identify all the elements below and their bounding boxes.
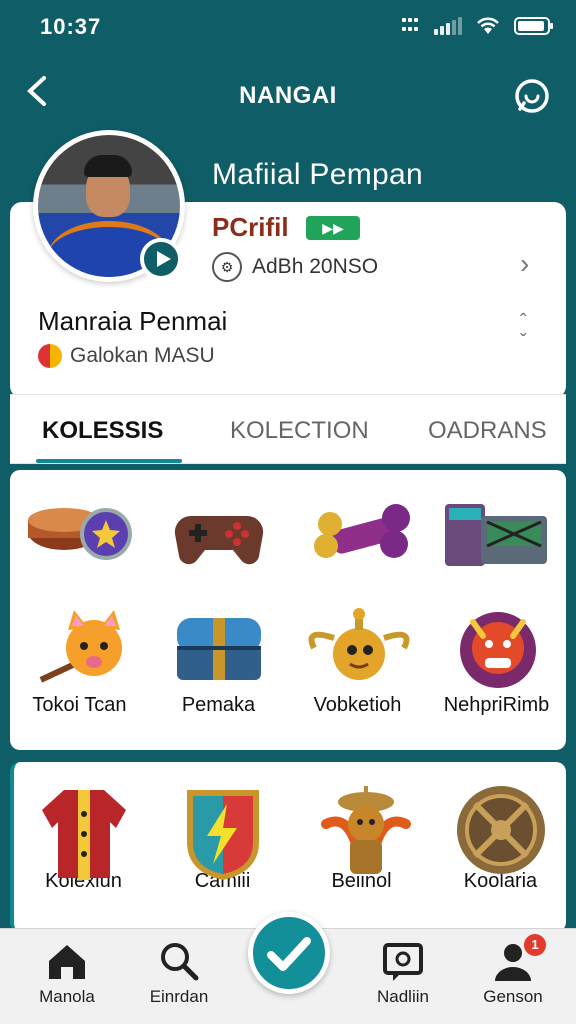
golden-creature-icon [308, 608, 409, 688]
phoenix-warrior-icon [316, 784, 411, 874]
check-shield-icon [267, 937, 311, 971]
bone-icon [312, 494, 410, 574]
secondary-subtitle: Galokan MASU [38, 344, 215, 368]
item-label: Pemaka [181, 694, 256, 716]
nav-item-messages[interactable]: Nadliin [348, 939, 458, 1007]
chevron-up-icon: ˆ [520, 311, 527, 333]
collection-panel-secondary: Kolexiun Camiii Beiinol Koolaria [10, 762, 566, 932]
fox-hammer-icon [34, 608, 126, 688]
battery-icon [514, 17, 553, 35]
profile-id-text: AdBh 20NSO [252, 255, 379, 278]
nav-label: Manola [39, 987, 95, 1006]
gamepad-icon [173, 494, 265, 574]
crate-icon [444, 494, 547, 574]
app-header: NANGAI [0, 56, 576, 136]
status-icons [402, 16, 554, 36]
nav-item-search[interactable]: Einrdan [124, 939, 234, 1007]
chevron-right-icon[interactable]: › [520, 248, 529, 280]
chevron-down-icon: ˇ [520, 331, 527, 353]
collection-panel: Tokoi Tcan Pemaka Vobketioh NehpriRimb [10, 470, 566, 750]
chat-button[interactable] [512, 76, 552, 116]
nav-label: Nadliin [377, 987, 429, 1006]
secondary-name: Manraia Penmai [38, 306, 228, 336]
item-label: Tokoi Tcan [32, 694, 127, 716]
signal-icon [434, 17, 462, 35]
lightning-shield-icon [177, 784, 269, 880]
tab-bar: KOLESSIS KOLECTION OADRANS [10, 394, 566, 464]
home-icon [45, 939, 89, 983]
collection-item[interactable] [149, 494, 288, 574]
item-label: NehpriRimb [443, 694, 550, 716]
flag-icon [38, 344, 62, 368]
message-icon [381, 939, 425, 983]
tab-oadrans[interactable]: OADRANS [428, 417, 547, 445]
search-icon [157, 939, 201, 983]
tab-kolessis[interactable]: KOLESSIS [42, 417, 163, 445]
collection-item[interactable] [427, 494, 566, 574]
collection-item[interactable]: Beiinol [292, 784, 431, 893]
collection-item[interactable]: Tokoi Tcan [10, 608, 149, 717]
item-label: Vobketioh [313, 694, 402, 716]
red-beast-icon [451, 608, 543, 688]
profile-id-line: ⚙ AdBh 20NSO [212, 252, 378, 282]
collection-item[interactable]: NehpriRimb [427, 608, 566, 717]
check-action-button[interactable] [248, 912, 330, 994]
profile-display-name: Mafiial Pempan [212, 158, 423, 191]
collection-item[interactable] [288, 494, 427, 574]
wifi-icon [477, 17, 499, 34]
status-bar: 10:37 [0, 0, 576, 56]
dialpad-icon [402, 18, 420, 34]
collection-item[interactable]: Camiii [153, 784, 292, 893]
collection-item[interactable]: Pemaka [149, 608, 288, 717]
secondary-subtitle-text: Galokan MASU [70, 344, 215, 367]
nav-label: Genson [483, 987, 543, 1006]
blue-chest-icon [173, 608, 265, 688]
page-title: NANGAI [239, 82, 337, 109]
status-time: 10:37 [40, 14, 102, 39]
status-badge: ▶▶ [306, 216, 360, 240]
play-video-button[interactable] [140, 238, 182, 280]
collection-item[interactable] [10, 494, 149, 574]
notification-badge: 1 [524, 934, 546, 956]
tab-kolection[interactable]: KOLECTION [230, 417, 369, 445]
chat-icon [515, 79, 549, 113]
nav-item-home[interactable]: Manola [12, 939, 122, 1007]
drum-shield-icon [27, 494, 132, 574]
collection-item[interactable]: Vobketioh [288, 608, 427, 717]
red-jacket-icon [38, 784, 130, 880]
avatar-hair [84, 155, 132, 177]
collection-item[interactable]: Kolexiun [14, 784, 153, 893]
medal-icon: ⚙ [212, 252, 242, 282]
bronze-shield-icon [455, 784, 547, 874]
profile-label: PCrifil [212, 212, 289, 242]
nav-label: Einrdan [149, 987, 209, 1006]
collection-item[interactable]: Koolaria [431, 784, 570, 893]
nav-item-profile[interactable]: Genson [458, 939, 568, 1007]
expand-toggle[interactable]: ˆ ˇ [520, 312, 527, 352]
tab-indicator [36, 459, 182, 463]
